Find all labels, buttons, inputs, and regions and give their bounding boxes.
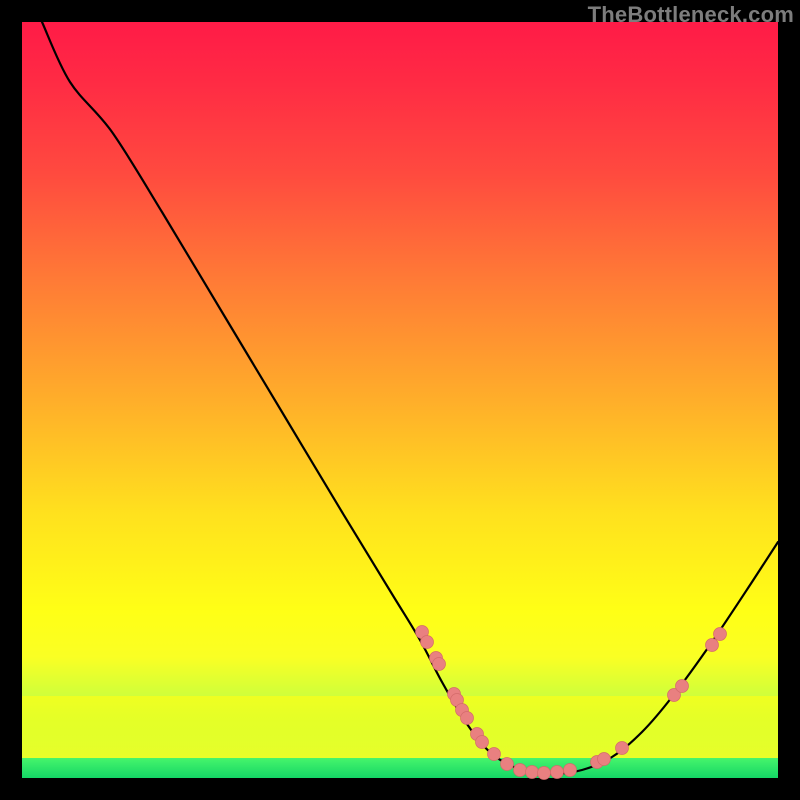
curve-marker — [598, 753, 611, 766]
curve-marker — [476, 736, 489, 749]
curve-marker — [616, 742, 629, 755]
curve-marker — [564, 764, 577, 777]
curve-marker — [676, 680, 689, 693]
curve-marker — [706, 639, 719, 652]
curve-marker — [714, 628, 727, 641]
curve-marker — [551, 766, 564, 779]
marker-layer — [416, 626, 727, 780]
curve-marker — [461, 712, 474, 725]
curve-marker — [514, 764, 527, 777]
curve-marker — [501, 758, 514, 771]
bottleneck-curve-svg — [22, 22, 778, 778]
bottleneck-curve — [42, 22, 778, 774]
curve-marker — [526, 766, 539, 779]
gradient-background — [22, 22, 778, 778]
curve-marker — [421, 636, 434, 649]
curve-marker — [488, 748, 501, 761]
chart-frame — [22, 22, 778, 778]
curve-marker — [538, 767, 551, 780]
curve-marker — [433, 658, 446, 671]
